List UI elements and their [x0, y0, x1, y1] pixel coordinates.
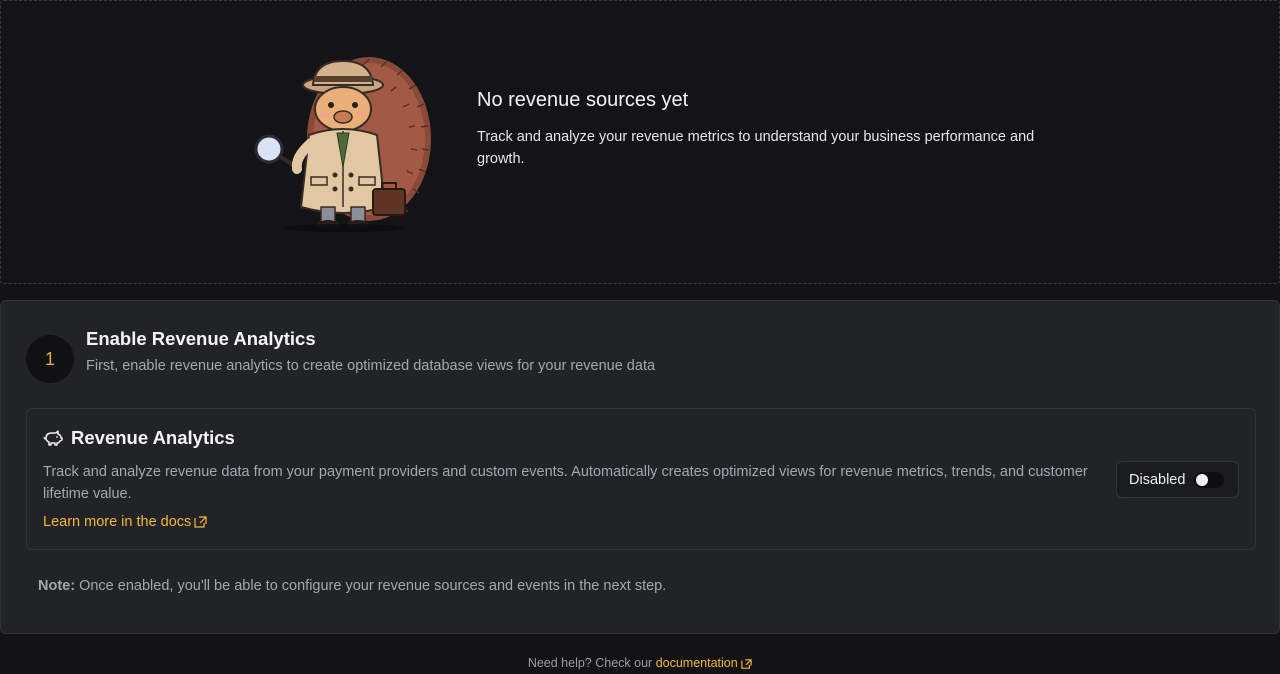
revenue-analytics-feature-box: Revenue Analytics Track and analyze reve…: [26, 408, 1256, 550]
empty-state-description: Track and analyze your revenue metrics t…: [477, 129, 1035, 167]
revenue-analytics-toggle[interactable]: Disabled: [1116, 461, 1239, 498]
setup-note: Note: Once enabled, you'll be able to co…: [38, 578, 666, 594]
step-description: First, enable revenue analytics to creat…: [86, 358, 656, 374]
feature-header: Revenue Analytics: [43, 427, 235, 449]
note-label: Note:: [38, 578, 76, 594]
empty-state-text: No revenue sources yet Track and analyze…: [477, 89, 1057, 170]
setup-card: 1 Enable Revenue Analytics First, enable…: [0, 300, 1280, 634]
feature-description: Track and analyze revenue data from your…: [43, 464, 1088, 502]
empty-state-panel: No revenue sources yet Track and analyze…: [0, 0, 1280, 284]
learn-more-docs-link[interactable]: Learn more in the docs: [43, 514, 207, 530]
step-number-badge: 1: [26, 335, 74, 383]
toggle-label: Disabled: [1129, 471, 1186, 488]
step-title: Enable Revenue Analytics: [86, 328, 316, 349]
documentation-link-label: documentation: [655, 656, 738, 670]
toggle-knob: [1196, 473, 1209, 486]
toggle-switch[interactable]: [1194, 471, 1225, 488]
note-text: Once enabled, you'll be able to configur…: [79, 578, 667, 594]
piggy-bank-icon: [43, 430, 63, 446]
documentation-link[interactable]: documentation: [656, 656, 753, 670]
footer-prefix: Need help? Check our: [527, 656, 653, 670]
empty-state-title: No revenue sources yet: [477, 89, 689, 111]
detective-hedgehog-illustration: [254, 57, 431, 232]
external-link-icon: [194, 516, 207, 528]
docs-link-label: Learn more in the docs: [43, 514, 192, 530]
help-footer: Need help? Check our documentation: [0, 656, 1280, 670]
external-link-icon: [741, 658, 752, 669]
feature-title: Revenue Analytics: [71, 427, 235, 448]
